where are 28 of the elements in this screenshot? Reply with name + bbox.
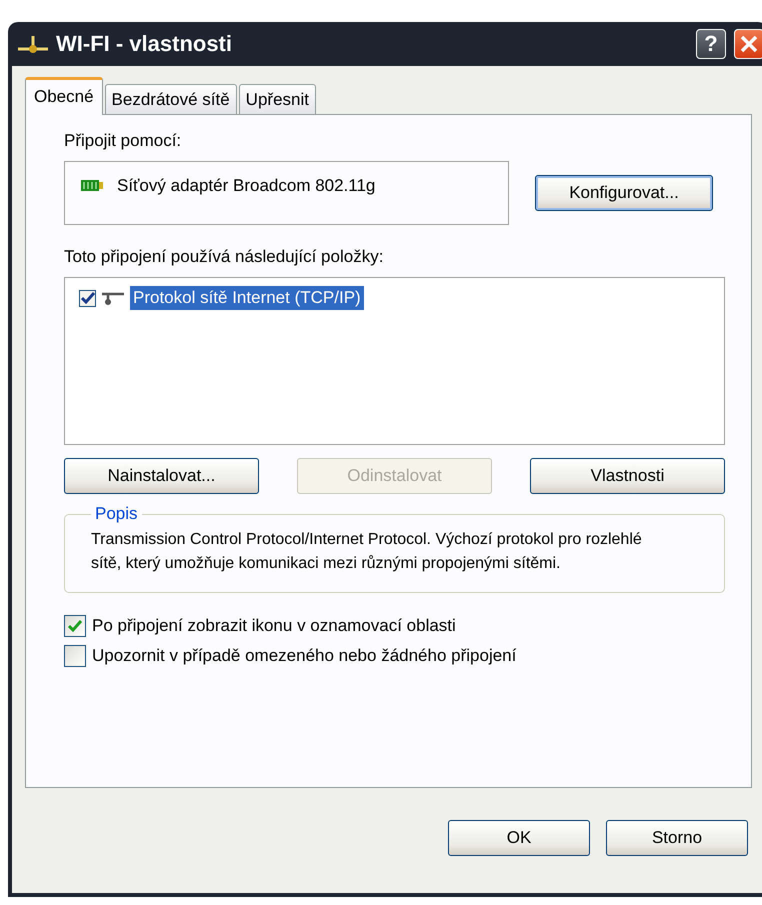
configure-button[interactable]: Konfigurovat... — [535, 175, 713, 211]
dialog-button[interactable]: OK — [448, 820, 590, 856]
option-label: Upozornit v případě omezeného nebo žádného připojení — [92, 646, 516, 666]
close-button[interactable] — [734, 29, 762, 59]
checkmark-icon — [68, 620, 82, 632]
network-icon — [18, 34, 48, 54]
checkbox[interactable] — [79, 290, 96, 306]
close-icon — [740, 35, 758, 53]
option-label: Po připojení zobrazit ikonu v oznamovací oblasti — [92, 616, 456, 636]
window-title: WI-FI - vlastnosti — [56, 31, 233, 57]
checkmark-icon — [80, 292, 94, 304]
tab[interactable]: Bezdrátové sítě — [104, 84, 237, 115]
components-label: Toto připojení používá následující položky: — [64, 247, 384, 267]
connect-using-label: Připojit pomocí: — [64, 131, 182, 151]
action-button[interactable]: Nainstalovat... — [64, 458, 259, 494]
dialog-button[interactable]: Storno — [606, 820, 748, 856]
help-button[interactable]: ? — [696, 29, 726, 59]
checkbox[interactable] — [64, 645, 86, 667]
tab[interactable]: Obecné — [25, 77, 103, 115]
protocol-icon — [102, 290, 124, 306]
network-card-icon — [81, 179, 103, 193]
checkbox[interactable] — [64, 615, 86, 637]
action-button[interactable]: Vlastnosti — [530, 458, 725, 494]
adapter-name: Síťový adaptér Broadcom 802.11g — [117, 176, 376, 196]
group-title: Popis — [94, 504, 139, 524]
tab[interactable]: Upřesnit — [238, 84, 316, 115]
list-item[interactable]: Protokol sítě Internet (TCP/IP) — [130, 286, 364, 310]
description-text: Transmission Control Protocol/Internet Protocol. Výchozí protokol pro rozlehlé sítě, který umožňuje komunikaci mezi různými propojenými sítěmi. — [91, 530, 643, 574]
